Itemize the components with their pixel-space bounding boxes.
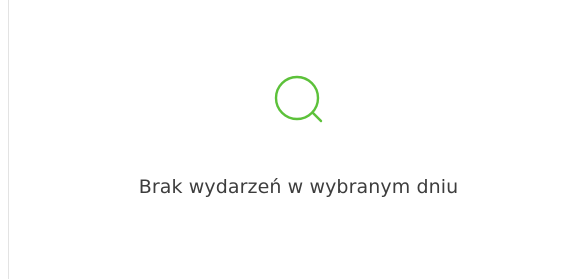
search-icon	[274, 75, 323, 123]
empty-state-message: Brak wydarzeń w wybranym dniu	[138, 176, 459, 198]
events-panel: Brak wydarzeń w wybranym dniu	[0, 0, 588, 279]
empty-state: Brak wydarzeń w wybranym dniu	[9, 0, 588, 279]
